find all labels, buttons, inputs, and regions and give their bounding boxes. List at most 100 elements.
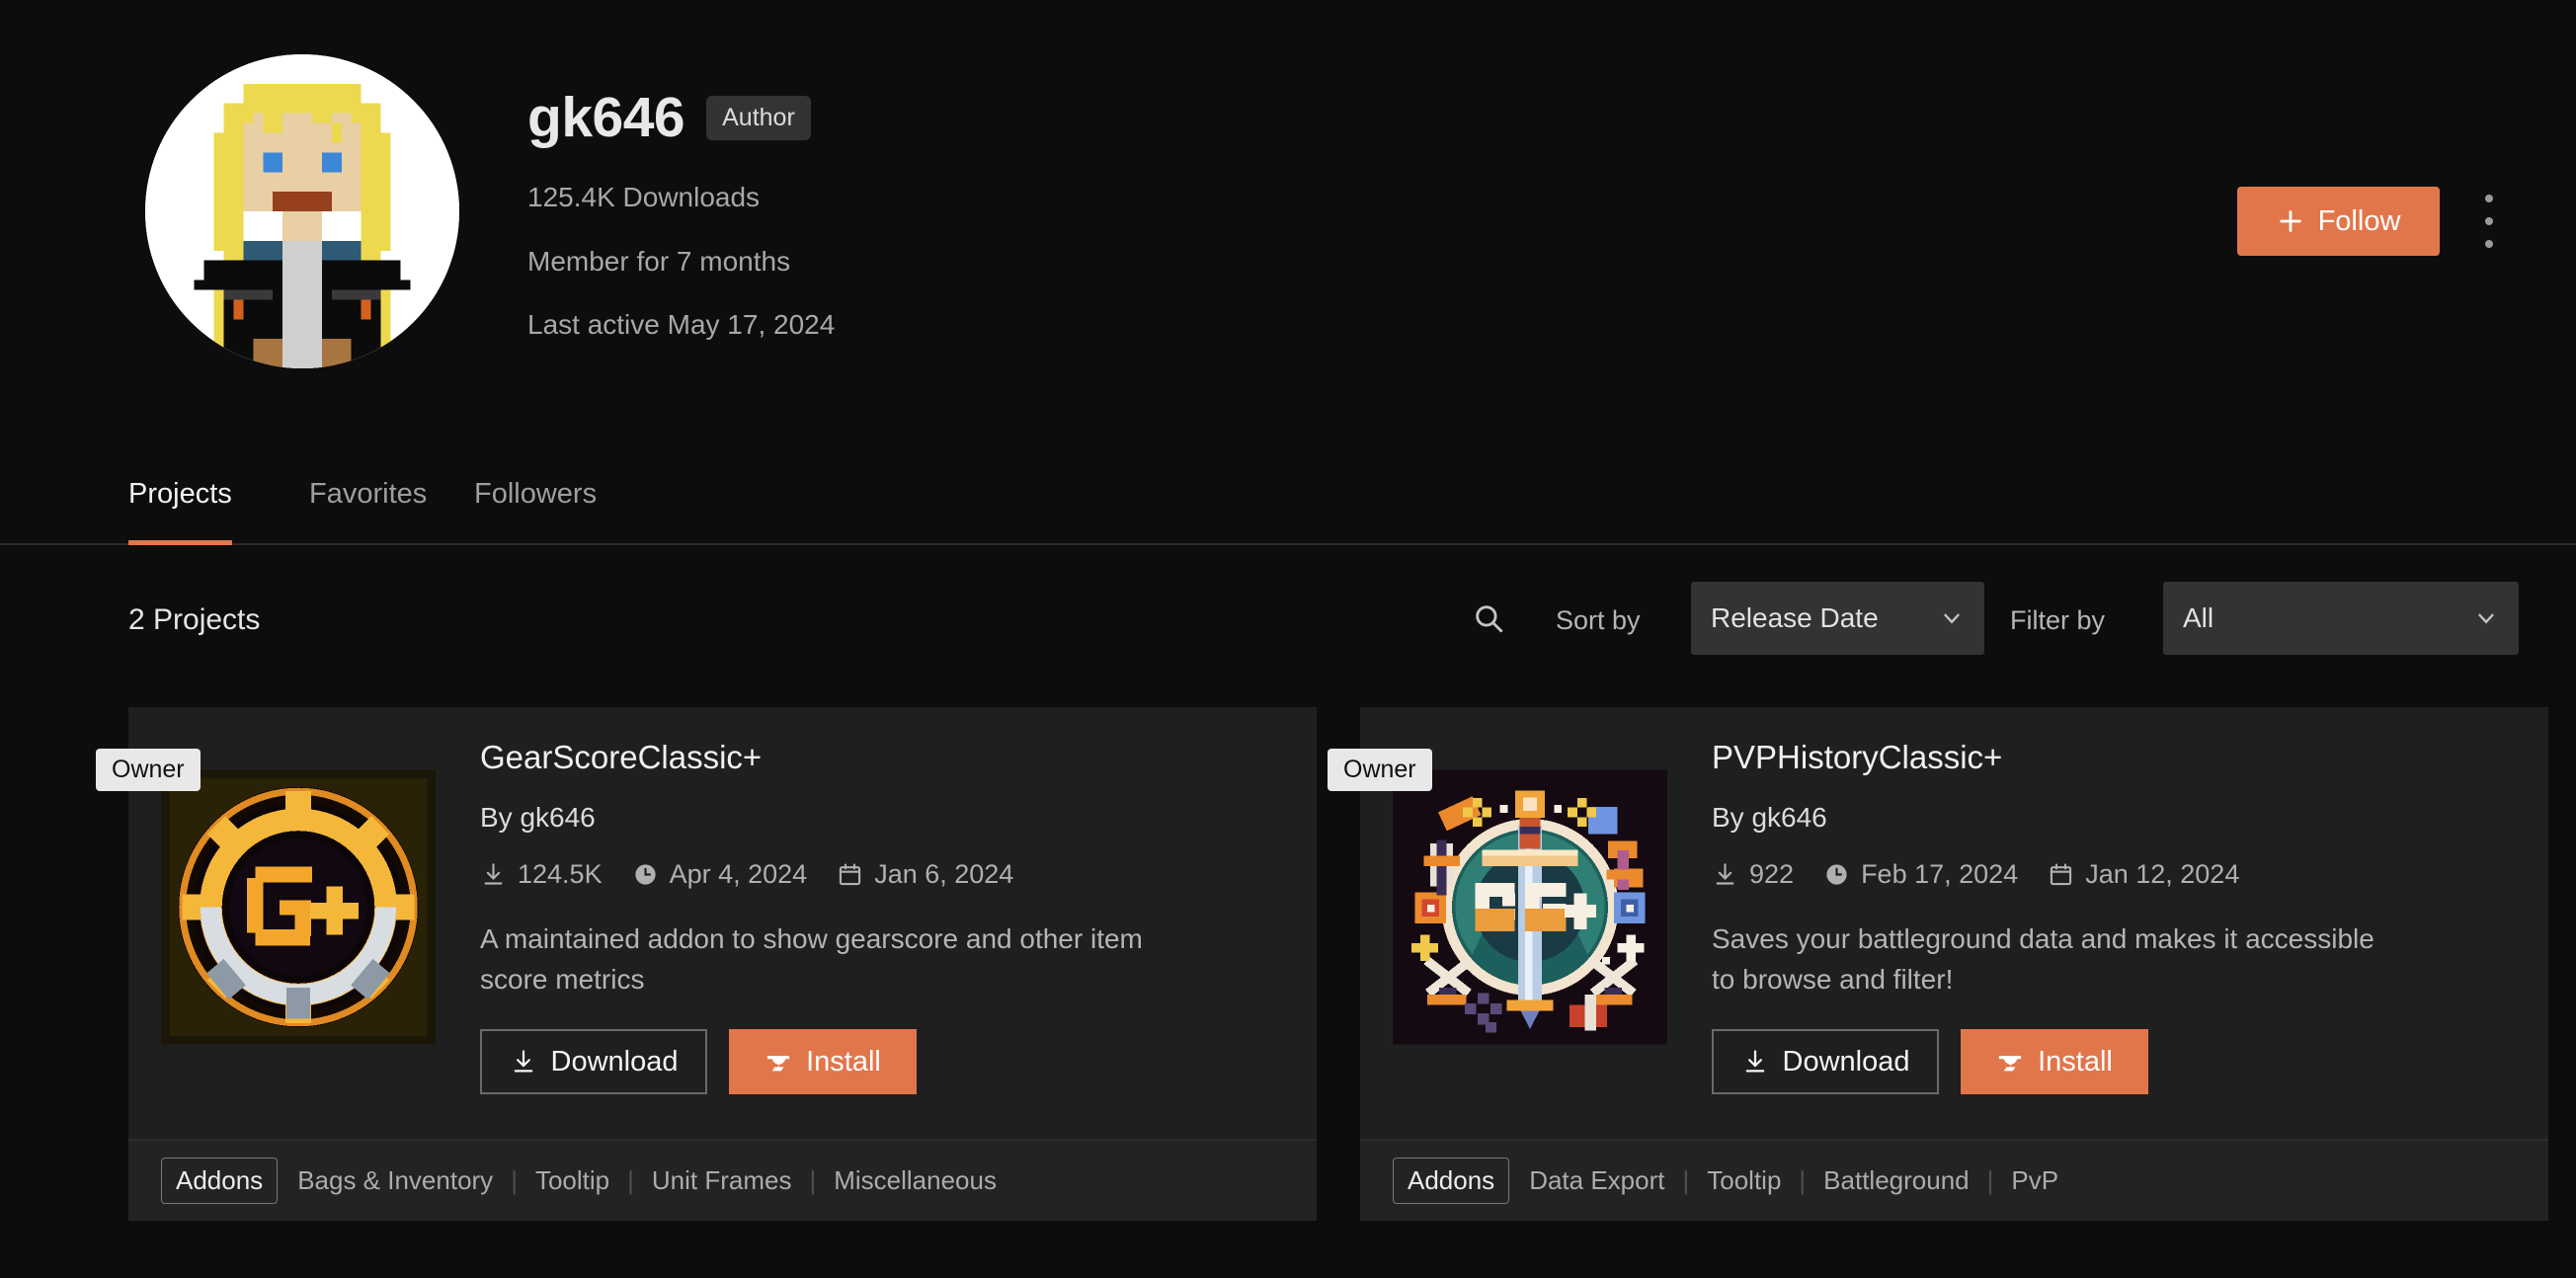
sort-by-label: Sort by [1556,605,1641,635]
tag-separator: | [1799,1165,1807,1195]
project-card-body: Owner [1328,707,2548,1139]
tag-list: Data Export | Tooltip | Battleground | P… [1529,1165,2058,1196]
tab-label: Favorites [309,478,428,510]
filter-by-value: All [2183,602,2214,633]
download-icon [1716,863,1734,885]
last-active-stat: Last active May 17, 2024 [527,309,836,340]
tag-item[interactable]: Tooltip [1707,1165,1781,1196]
downloads-value: 922 [1749,859,1795,889]
updated-value: Feb 17, 2024 [1861,859,2019,889]
install-button-label: Install [2038,1045,2113,1078]
follow-button-label: Follow [2317,204,2401,237]
tag-separator: | [627,1165,634,1195]
tag-addons[interactable]: Addons [1393,1158,1510,1204]
owner-badge: Owner [1328,749,1432,791]
project-card[interactable]: Owner [96,707,1317,1221]
project-actions: Download Install [480,1029,1317,1095]
tab-projects[interactable]: Projects [128,474,232,545]
tag-separator: | [809,1165,817,1195]
pvphistory-sword-logo-icon [1393,769,1667,1045]
downloads-stat: 124.5K [480,859,603,890]
project-card-main: PVPHistoryClassic+ By gk646 922 Feb 17, … [1667,733,2548,1139]
kebab-menu-icon[interactable] [2474,195,2504,248]
downloads-value: 124.5K [518,859,603,889]
updated-stat: Feb 17, 2024 [1823,859,2018,890]
tag-separator: | [511,1165,518,1195]
download-icon [1745,1050,1764,1073]
download-icon [514,1050,532,1073]
clock-icon [634,864,656,885]
project-count: 2 Projects [128,603,261,636]
author-badge: Author [706,95,811,140]
owner-badge: Owner [96,749,201,791]
chevron-down-icon [2473,605,2499,631]
updated-stat: Apr 4, 2024 [632,859,808,890]
anvil-icon [767,1056,790,1072]
project-card-body: Owner [96,707,1317,1139]
sort-by-select[interactable]: Release Date [1691,582,1984,655]
calendar-icon [840,863,861,886]
tag-item[interactable]: Tooltip [535,1165,609,1196]
download-icon [484,863,503,885]
tag-addons[interactable]: Addons [161,1158,279,1204]
kebab-dot [2485,217,2493,225]
filter-bar: 2 Projects Sort by Release Date Filter b… [0,582,2576,677]
project-thumbnail[interactable] [1393,733,1667,1081]
downloads-stat: 125.4K Downloads [527,182,761,212]
project-card-main: GearScoreClassic+ By gk646 124.5K Apr 4,… [436,733,1317,1139]
tag-item[interactable]: Bags & Inventory [297,1165,493,1196]
profile-tabs: Projects Favorites Followers [0,474,2576,545]
tab-favorites[interactable]: Favorites [309,474,427,545]
author-name[interactable]: gk646 [1751,802,1826,833]
tag-item[interactable]: Data Export [1529,1165,1664,1196]
tag-item[interactable]: Miscellaneous [834,1165,997,1196]
anvil-icon [1999,1056,2022,1072]
avatar[interactable] [145,54,459,368]
kebab-dot [2485,195,2493,202]
updated-value: Apr 4, 2024 [669,859,808,889]
username-row: gk646 Author [527,85,811,150]
follow-button[interactable]: Follow [2237,187,2440,256]
tag-item[interactable]: PvP [2011,1165,2058,1196]
clock-icon [1826,864,1847,885]
tag-item[interactable]: Battleground [1823,1165,1969,1196]
pixel-art-avatar-icon [145,54,459,368]
calendar-icon [2051,863,2072,886]
filter-by-label: Filter by [2010,605,2106,635]
project-author: By gk646 [1712,802,2548,834]
member-for-stat: Member for 7 months [527,246,791,277]
project-stats: 124.5K Apr 4, 2024 Jan 6, 2024 [480,859,1317,890]
project-title[interactable]: PVPHistoryClassic+ [1712,739,2548,776]
project-card[interactable]: Owner [1328,707,2548,1221]
tab-label: Followers [474,478,598,510]
download-button[interactable]: Download [1712,1029,1939,1095]
filter-by-select[interactable]: All [2163,582,2519,655]
created-stat: Jan 12, 2024 [2048,859,2239,890]
search-icon[interactable] [1472,601,1505,640]
install-button[interactable]: Install [1961,1029,2148,1095]
profile-page: gk646 Author 125.4K Downloads Member for… [0,0,2576,1278]
sort-by-value: Release Date [1711,602,1879,633]
created-value: Jan 12, 2024 [2085,859,2240,889]
tag-list: Bags & Inventory | Tooltip | Unit Frames… [297,1165,997,1196]
project-thumbnail[interactable] [161,733,436,1081]
author-name[interactable]: gk646 [520,802,595,833]
tag-item[interactable]: Unit Frames [652,1165,792,1196]
project-description: A maintained addon to show gearscore and… [480,923,1143,995]
downloads-stat: 922 [1712,859,1794,890]
tag-separator: | [1682,1165,1690,1195]
kebab-dot [2485,240,2493,248]
tab-label: Projects [128,478,232,510]
by-prefix: By [1712,802,1744,833]
project-description: Saves your battleground data and makes i… [1712,923,2375,995]
install-button[interactable]: Install [729,1029,917,1095]
project-title[interactable]: GearScoreClassic+ [480,739,1317,776]
by-prefix: By [480,802,513,833]
tab-followers[interactable]: Followers [474,474,597,545]
download-button-label: Download [550,1045,679,1078]
page-title: gk646 [527,86,685,149]
plus-icon [2279,210,2301,232]
download-button-label: Download [1782,1045,1910,1078]
install-button-label: Install [806,1045,881,1078]
download-button[interactable]: Download [480,1029,707,1095]
